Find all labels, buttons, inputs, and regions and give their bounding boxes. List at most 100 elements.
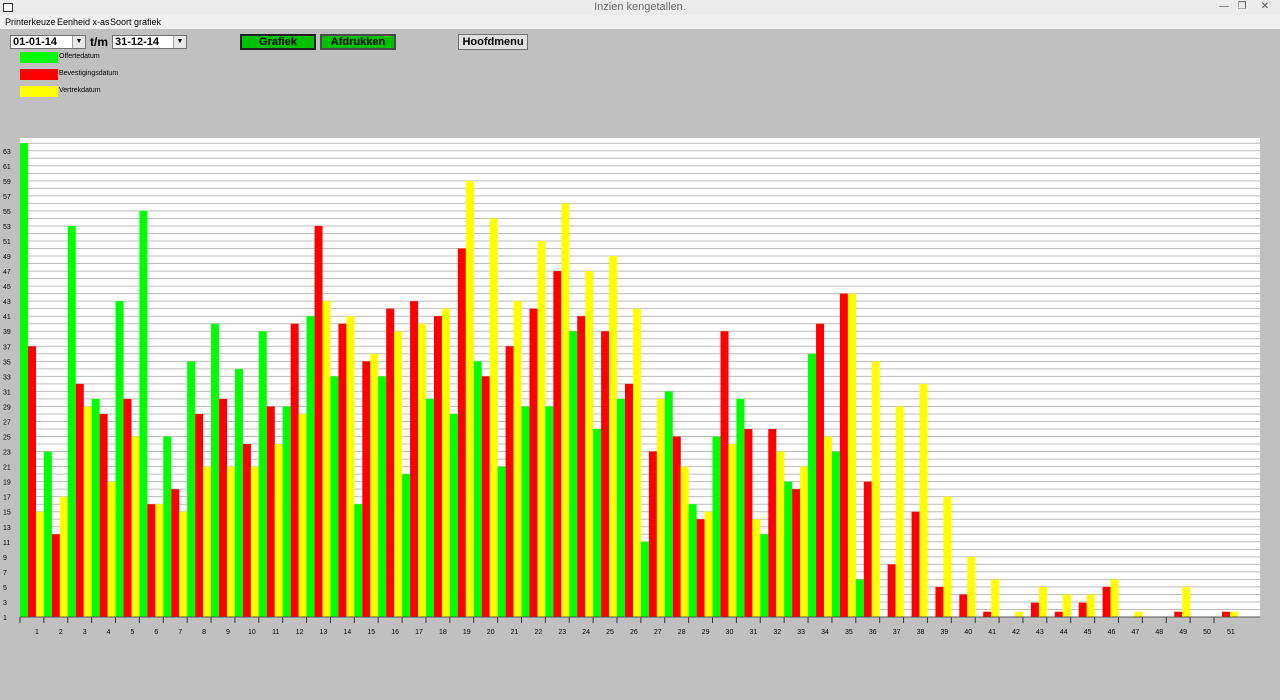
bar-bevestigingsdatum [457, 248, 466, 617]
bar-offertedatum [521, 406, 530, 617]
bar-offertedatum [67, 225, 76, 617]
x-tick-label: 26 [630, 629, 638, 636]
bar-vertrekdatum [967, 556, 976, 617]
bar-bevestigingsdatum [625, 383, 633, 617]
y-tick-label: 59 [3, 179, 11, 186]
x-tick-label: 28 [678, 629, 686, 636]
y-tick-label: 29 [3, 404, 11, 411]
bar-offertedatum [760, 534, 769, 617]
bar-offertedatum [282, 406, 291, 617]
bar-offertedatum [163, 436, 172, 617]
bar-offertedatum [306, 316, 315, 617]
x-tick-label: 31 [749, 629, 757, 636]
bar-offertedatum [784, 481, 793, 617]
y-tick-label: 11 [3, 540, 10, 547]
y-tick-label: 49 [3, 254, 11, 261]
bar-bevestigingsdatum [744, 429, 753, 617]
bar-bevestigingsdatum [219, 398, 228, 617]
y-tick-label: 13 [3, 525, 11, 532]
bar-vertrekdatum [537, 241, 546, 617]
y-tick-label: 43 [3, 299, 11, 306]
bar-bevestigingsdatum [123, 398, 132, 617]
bar-bevestigingsdatum [839, 293, 848, 617]
x-tick-label: 6 [154, 629, 158, 636]
bar-offertedatum [473, 361, 482, 617]
bar-bevestigingsdatum [338, 323, 347, 617]
y-tick-label: 17 [3, 495, 11, 502]
bar-offertedatum [688, 504, 697, 617]
x-tick-label: 18 [439, 629, 447, 636]
y-tick-label: 15 [3, 510, 11, 517]
bar-vertrekdatum [1015, 611, 1024, 617]
bar-offertedatum [497, 466, 506, 617]
bar-vertrekdatum [1086, 594, 1095, 617]
x-tick-label: 42 [1012, 629, 1020, 636]
x-tick-label: 49 [1179, 629, 1187, 636]
bar-vertrekdatum [991, 579, 1000, 617]
bar-bevestigingsdatum [386, 308, 395, 617]
bar-bevestigingsdatum [481, 376, 490, 617]
bar-bevestigingsdatum [195, 413, 204, 617]
bar-offertedatum [43, 451, 52, 617]
bar-vertrekdatum [656, 398, 665, 617]
bar-offertedatum [569, 331, 578, 617]
bar-offertedatum [91, 398, 100, 617]
x-tick-label: 13 [320, 629, 328, 636]
y-tick-label: 47 [3, 269, 11, 276]
bar-bevestigingsdatum [410, 301, 419, 617]
bar-vertrekdatum [489, 218, 498, 617]
bar-bevestigingsdatum [553, 271, 562, 617]
bar-chart: 1357911131517192123252729313335373941434… [3, 138, 1260, 636]
y-tick-label: 35 [3, 359, 11, 366]
bar-bevestigingsdatum [51, 534, 60, 617]
y-tick-label: 25 [3, 435, 11, 442]
y-tick-label: 9 [3, 555, 7, 562]
bar-vertrekdatum [83, 406, 92, 617]
x-tick-label: 27 [654, 629, 662, 636]
bar-vertrekdatum [1182, 586, 1191, 617]
y-tick-label: 1 [3, 615, 7, 622]
x-tick-label: 19 [463, 629, 471, 636]
x-tick-label: 40 [964, 629, 972, 636]
bar-vertrekdatum [561, 203, 570, 617]
bar-offertedatum [617, 398, 625, 617]
bar-offertedatum [234, 368, 243, 617]
bar-vertrekdatum [919, 383, 928, 617]
bar-vertrekdatum [370, 353, 379, 617]
bar-offertedatum [593, 429, 602, 617]
x-tick-label: 25 [606, 629, 614, 636]
y-tick-label: 63 [3, 149, 11, 156]
bar-vertrekdatum [227, 466, 236, 617]
bar-vertrekdatum [1230, 611, 1238, 617]
bar-vertrekdatum [895, 406, 904, 617]
bar-vertrekdatum [298, 413, 307, 617]
bar-offertedatum [187, 361, 196, 617]
bar-vertrekdatum [1038, 586, 1047, 617]
x-tick-label: 23 [558, 629, 566, 636]
bar-bevestigingsdatum [577, 316, 586, 617]
bar-vertrekdatum [441, 308, 450, 617]
bar-bevestigingsdatum [1030, 602, 1039, 617]
bar-offertedatum [402, 474, 411, 617]
y-tick-label: 27 [3, 419, 11, 426]
bar-bevestigingsdatum [147, 504, 156, 617]
x-tick-label: 24 [582, 629, 590, 636]
y-tick-label: 61 [3, 164, 11, 171]
x-tick-label: 38 [917, 629, 925, 636]
x-tick-label: 39 [940, 629, 948, 636]
y-tick-label: 45 [3, 284, 11, 291]
bar-offertedatum [831, 451, 840, 617]
bar-vertrekdatum [609, 256, 618, 617]
bar-offertedatum [712, 436, 721, 617]
bar-vertrekdatum [1134, 611, 1143, 617]
x-tick-label: 50 [1203, 629, 1211, 636]
bar-vertrekdatum [418, 323, 427, 617]
bar-vertrekdatum [633, 308, 641, 617]
bar-bevestigingsdatum [1078, 602, 1087, 617]
bar-vertrekdatum [36, 511, 44, 617]
bar-vertrekdatum [1110, 579, 1119, 617]
bar-bevestigingsdatum [1222, 611, 1230, 617]
bar-vertrekdatum [513, 301, 522, 617]
bar-vertrekdatum [943, 496, 952, 617]
bar-bevestigingsdatum [792, 489, 801, 617]
